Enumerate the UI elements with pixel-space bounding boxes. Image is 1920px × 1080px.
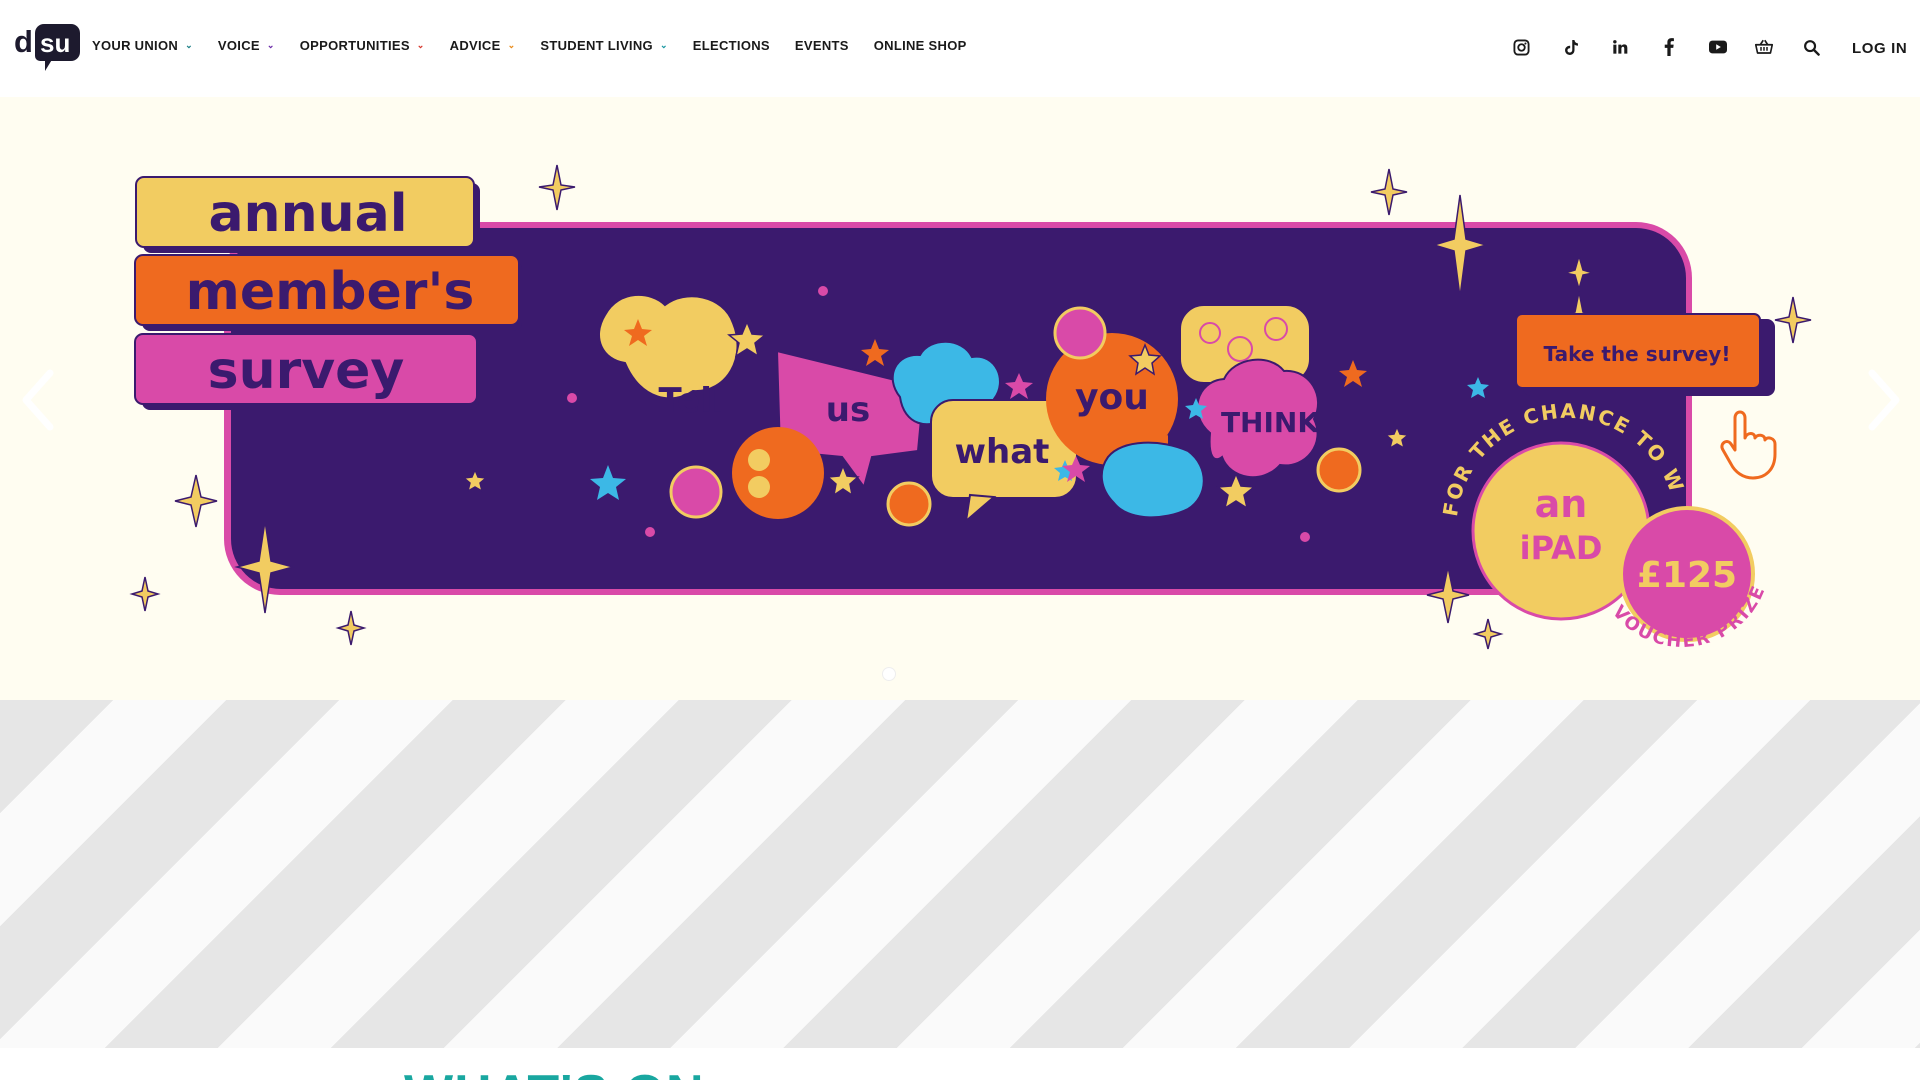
site-header: d su YOUR UNION ⌄ VOICE ⌄ OPPORTUNITIES ⌄ A… <box>0 0 1920 97</box>
title-survey: survey <box>134 333 479 410</box>
nav-student-living[interactable]: STUDENT LIVING ⌄ <box>540 38 667 53</box>
nav-elections[interactable]: ELECTIONS <box>693 38 770 53</box>
nav-voice-label: VOICE <box>217 38 260 53</box>
nav-your-union[interactable]: YOUR UNION ⌄ <box>92 38 193 53</box>
logo-letter: d <box>14 24 33 59</box>
prize-ipad-line1: an <box>1535 482 1588 526</box>
carousel-next-button[interactable] <box>1858 365 1906 435</box>
nav-advice-label: ADVICE <box>449 38 501 53</box>
chevron-right-icon <box>1868 369 1900 431</box>
bubble-word-think: THINK <box>1221 406 1320 439</box>
striped-divider <box>0 700 1920 1048</box>
nav-advice[interactable]: ADVICE ⌄ <box>450 38 516 53</box>
facebook-icon[interactable] <box>1659 37 1679 57</box>
carousel-prev-button[interactable] <box>16 365 64 435</box>
nav-student-living-label: STUDENT LIVING <box>540 38 653 53</box>
chevron-down-icon: ⌄ <box>185 40 193 50</box>
bubble-cyan-swirl <box>1100 441 1205 519</box>
chevron-left-icon <box>22 369 54 431</box>
nav-events-label: EVENTS <box>794 38 849 53</box>
take-the-survey-button[interactable]: Take the survey! <box>1515 313 1775 396</box>
main-nav: YOUR UNION ⌄ VOICE ⌄ OPPORTUNITIES ⌄ ADVICE… <box>92 38 992 53</box>
title-annual: annual <box>135 176 480 253</box>
prize-voucher-amount: £125 <box>1637 555 1737 596</box>
pattern-dot <box>748 449 770 471</box>
bubble-word-you: you <box>1075 377 1149 418</box>
linkedin-icon[interactable] <box>1610 37 1630 57</box>
nav-elections-label: ELECTIONS <box>692 38 770 53</box>
chevron-down-icon: ⌄ <box>266 40 275 50</box>
chevron-down-icon: ⌄ <box>416 40 425 50</box>
hero-carousel: annual member's survey Tell us what you … <box>0 97 1920 700</box>
prize-ipad-line2: iPAD <box>1520 529 1603 567</box>
thumbs-up-icon <box>1053 306 1107 360</box>
nav-online-shop-label: ONLINE SHOP <box>873 38 967 53</box>
pointing-hand-icon <box>886 481 932 527</box>
raised-hand-icon <box>1316 447 1362 493</box>
tiktok-icon[interactable] <box>1561 37 1581 57</box>
nav-voice[interactable]: VOICE ⌄ <box>218 38 275 53</box>
youtube-icon[interactable] <box>1708 37 1728 57</box>
log-in-link[interactable]: LOG IN <box>1852 40 1907 57</box>
nav-opportunities[interactable]: OPPORTUNITIES ⌄ <box>300 38 425 53</box>
bubble-word-what: what <box>955 432 1050 472</box>
logo-bubble-text: su <box>40 28 71 58</box>
take-the-survey-label: Take the survey! <box>1544 342 1731 366</box>
basket-icon[interactable] <box>1754 37 1774 57</box>
title-annual-text: annual <box>208 184 407 244</box>
title-members: member's <box>134 254 522 331</box>
title-members-text: member's <box>186 262 475 322</box>
handshake-icon <box>669 465 723 519</box>
pattern-dot <box>748 476 770 498</box>
title-survey-text: survey <box>208 341 405 401</box>
nav-opportunities-label: OPPORTUNITIES <box>299 38 410 53</box>
instagram-icon[interactable] <box>1511 37 1531 57</box>
bubble-word-tell: Tell <box>658 381 723 421</box>
carousel-dot-active[interactable] <box>882 667 896 681</box>
orange-pattern-blob <box>732 427 824 519</box>
dsu-logo[interactable]: d su <box>14 22 80 74</box>
survey-banner[interactable]: annual member's survey Tell us what you … <box>0 97 1920 700</box>
nav-events[interactable]: EVENTS <box>795 38 849 53</box>
nav-your-union-label: YOUR UNION <box>92 38 179 53</box>
chevron-down-icon: ⌄ <box>507 40 516 50</box>
pointer-hand-icon <box>1720 410 1777 480</box>
chevron-down-icon: ⌄ <box>659 40 668 50</box>
bubble-word-us: us <box>826 390 870 430</box>
nav-online-shop[interactable]: ONLINE SHOP <box>874 38 967 53</box>
search-icon[interactable] <box>1801 37 1821 57</box>
whats-on-heading: WHAT'S ON <box>404 1068 705 1080</box>
